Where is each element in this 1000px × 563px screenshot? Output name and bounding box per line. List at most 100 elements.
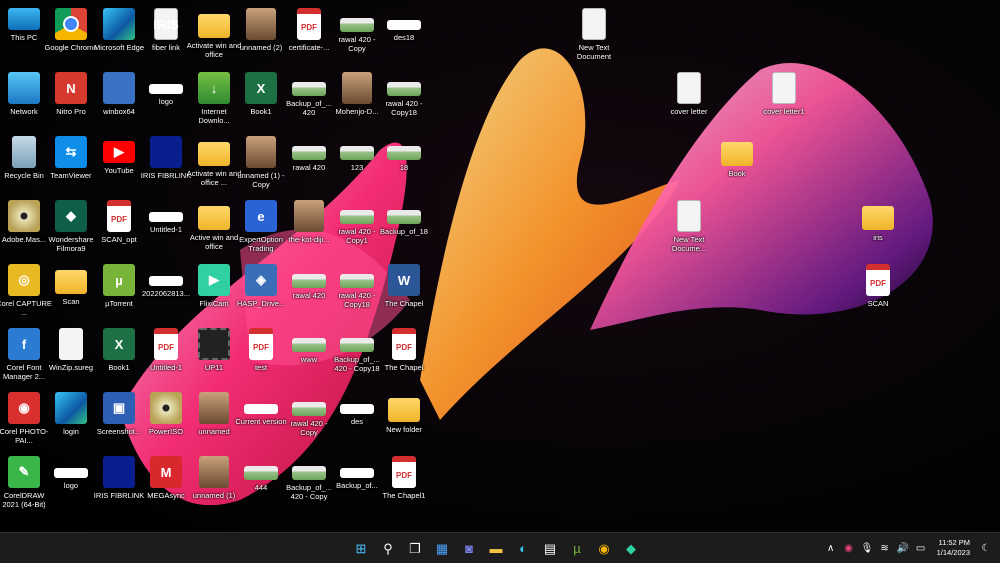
image-thumbnail-icon xyxy=(340,210,374,224)
photo-icon xyxy=(246,8,276,40)
expertoption-icon: e xyxy=(245,200,277,232)
image-thumbnail-icon xyxy=(149,276,183,286)
pdf-icon: PDF xyxy=(297,8,321,40)
corel-photo-paint-icon: ◉ xyxy=(8,392,40,424)
image-thumbnail-icon xyxy=(340,468,374,478)
search-icon: ⚲ xyxy=(383,540,393,556)
video-file-icon xyxy=(198,328,230,360)
image-thumbnail-icon xyxy=(292,82,326,96)
desktop-icon[interactable]: 18 xyxy=(374,132,434,196)
search-button[interactable]: ⚲ xyxy=(377,537,399,559)
text-document-icon xyxy=(772,72,796,104)
this-pc-icon xyxy=(8,8,40,30)
folder-icon xyxy=(198,142,230,166)
iris-fibrlink-icon xyxy=(150,136,182,168)
image-thumbnail-icon xyxy=(149,84,183,94)
registry-file-icon xyxy=(59,328,83,360)
desktop-icon[interactable]: cover letter1 xyxy=(754,68,814,132)
desktop-icon[interactable]: New Text Document xyxy=(564,4,624,68)
word-icon: W xyxy=(388,264,420,296)
store-button[interactable]: ▤ xyxy=(539,537,561,559)
image-thumbnail-icon xyxy=(387,20,421,30)
chrome-icon: ◉ xyxy=(598,540,610,556)
desktop-icon-label: New Text Docume... xyxy=(671,235,707,253)
desktop-icon[interactable]: PDF The Chapel1 xyxy=(374,452,434,516)
folder-icon xyxy=(721,142,753,166)
excel-icon: X xyxy=(245,72,277,104)
pdf-icon: PDF xyxy=(107,200,131,232)
chrome-button[interactable]: ◉ xyxy=(593,537,615,559)
chrome-icon xyxy=(55,8,87,40)
teamviewer-icon: ⇆ xyxy=(55,136,87,168)
desktop-icon[interactable]: iris xyxy=(848,196,908,260)
task-view-button[interactable]: ❐ xyxy=(404,537,426,559)
desktop-icon[interactable]: Backup_of_18 xyxy=(374,196,434,260)
desktop-icon-label: cover letter1 xyxy=(763,107,805,116)
utorrent-button[interactable]: µ xyxy=(566,537,588,559)
wifi-icon[interactable]: ≋ xyxy=(879,543,891,554)
text-document-icon xyxy=(677,200,701,232)
folder-icon xyxy=(198,14,230,38)
desktop-icon-label: The Chapel xyxy=(384,363,424,372)
chevron-up-icon[interactable]: ∧ xyxy=(825,543,837,554)
desktop-icon[interactable]: PDF SCAN xyxy=(848,260,908,324)
pdf-icon: PDF xyxy=(866,264,890,296)
image-thumbnail-icon xyxy=(387,210,421,224)
desktop-icon[interactable]: cover letter xyxy=(659,68,719,132)
winbox-icon xyxy=(103,72,135,104)
desktop-icon[interactable]: rawal 420 - Copy18 xyxy=(374,68,434,132)
start-button[interactable]: ⊞ xyxy=(350,537,372,559)
pdf-icon: PDF xyxy=(154,328,178,360)
internet-download-manager-icon: ↓ xyxy=(198,72,230,104)
image-thumbnail-icon xyxy=(340,404,374,414)
image-thumbnail-icon xyxy=(244,404,278,414)
photo-icon xyxy=(294,200,324,232)
teams-chat-button[interactable]: ◙ xyxy=(458,537,480,559)
edge-button[interactable]: ◐ xyxy=(512,537,534,559)
installer-icon: ▣ xyxy=(103,392,135,424)
photo-icon xyxy=(342,72,372,104)
moon-icon[interactable]: ☾ xyxy=(980,543,992,554)
desktop[interactable]: This PC Google Chrome Microsoft Edge IRIS fi… xyxy=(0,0,1000,532)
widgets-button[interactable]: ▦ xyxy=(431,537,453,559)
image-thumbnail-icon xyxy=(292,146,326,160)
image-thumbnail-icon xyxy=(292,466,326,480)
adobe-master-icon xyxy=(8,200,40,232)
microphone-icon[interactable]: 🎙 xyxy=(861,543,874,554)
coreldraw-icon: ✎ xyxy=(8,456,40,488)
desktop-icon-label: New folder xyxy=(386,425,422,434)
record-icon[interactable]: ◉ xyxy=(843,543,855,554)
battery-icon[interactable]: ▭ xyxy=(915,543,927,554)
desktop-icon[interactable]: Book xyxy=(707,132,767,196)
utorrent-icon: µ xyxy=(573,540,581,556)
flixicam-icon: ▶ xyxy=(198,264,230,296)
edge-icon xyxy=(103,8,135,40)
image-thumbnail-icon xyxy=(244,466,278,480)
desktop-icon[interactable]: New folder xyxy=(374,388,434,452)
iris-fibrlink-icon xyxy=(103,456,135,488)
filmora-icon: ◆ xyxy=(55,200,87,232)
file-explorer-button[interactable]: ▬ xyxy=(485,537,507,559)
desktop-icon-label: rawal 420 - Copy18 xyxy=(385,99,423,117)
task-view-icon: ❐ xyxy=(409,540,421,556)
clock[interactable]: 11:52 PM 1/14/2023 xyxy=(937,538,970,558)
desktop-icon[interactable]: des18 xyxy=(374,4,434,68)
folder-icon: ▬ xyxy=(489,540,503,556)
desktop-icon[interactable]: New Text Docume... xyxy=(659,196,719,260)
edge-icon xyxy=(55,392,87,424)
filmora-button[interactable]: ◆ xyxy=(620,537,642,559)
taskbar: ⊞ ⚲ ❐ ▦ ◙ ▬ ◐ ▤ µ ◉ ◆ ∧ ◉ 🎙 ≋ 🔊 ▭ 11:52 PM 1/14/2023 ☾ xyxy=(0,532,1000,563)
folder-icon xyxy=(388,398,420,422)
image-thumbnail-icon xyxy=(340,338,374,352)
desktop-icon[interactable]: W The Chapel xyxy=(374,260,434,324)
document-thumbnail-icon: IRIS xyxy=(153,8,179,40)
filmora-icon: ◆ xyxy=(626,540,636,556)
desktop-icon[interactable]: PDF The Chapel xyxy=(374,324,434,388)
speaker-icon[interactable]: 🔊 xyxy=(897,543,909,554)
image-thumbnail-icon xyxy=(292,338,326,352)
youtube-icon: ▶ xyxy=(103,141,135,163)
megasync-icon: M xyxy=(150,456,182,488)
desktop-icon-label: The Chapel xyxy=(384,299,424,308)
text-document-icon xyxy=(677,72,701,104)
image-thumbnail-icon xyxy=(292,402,326,416)
